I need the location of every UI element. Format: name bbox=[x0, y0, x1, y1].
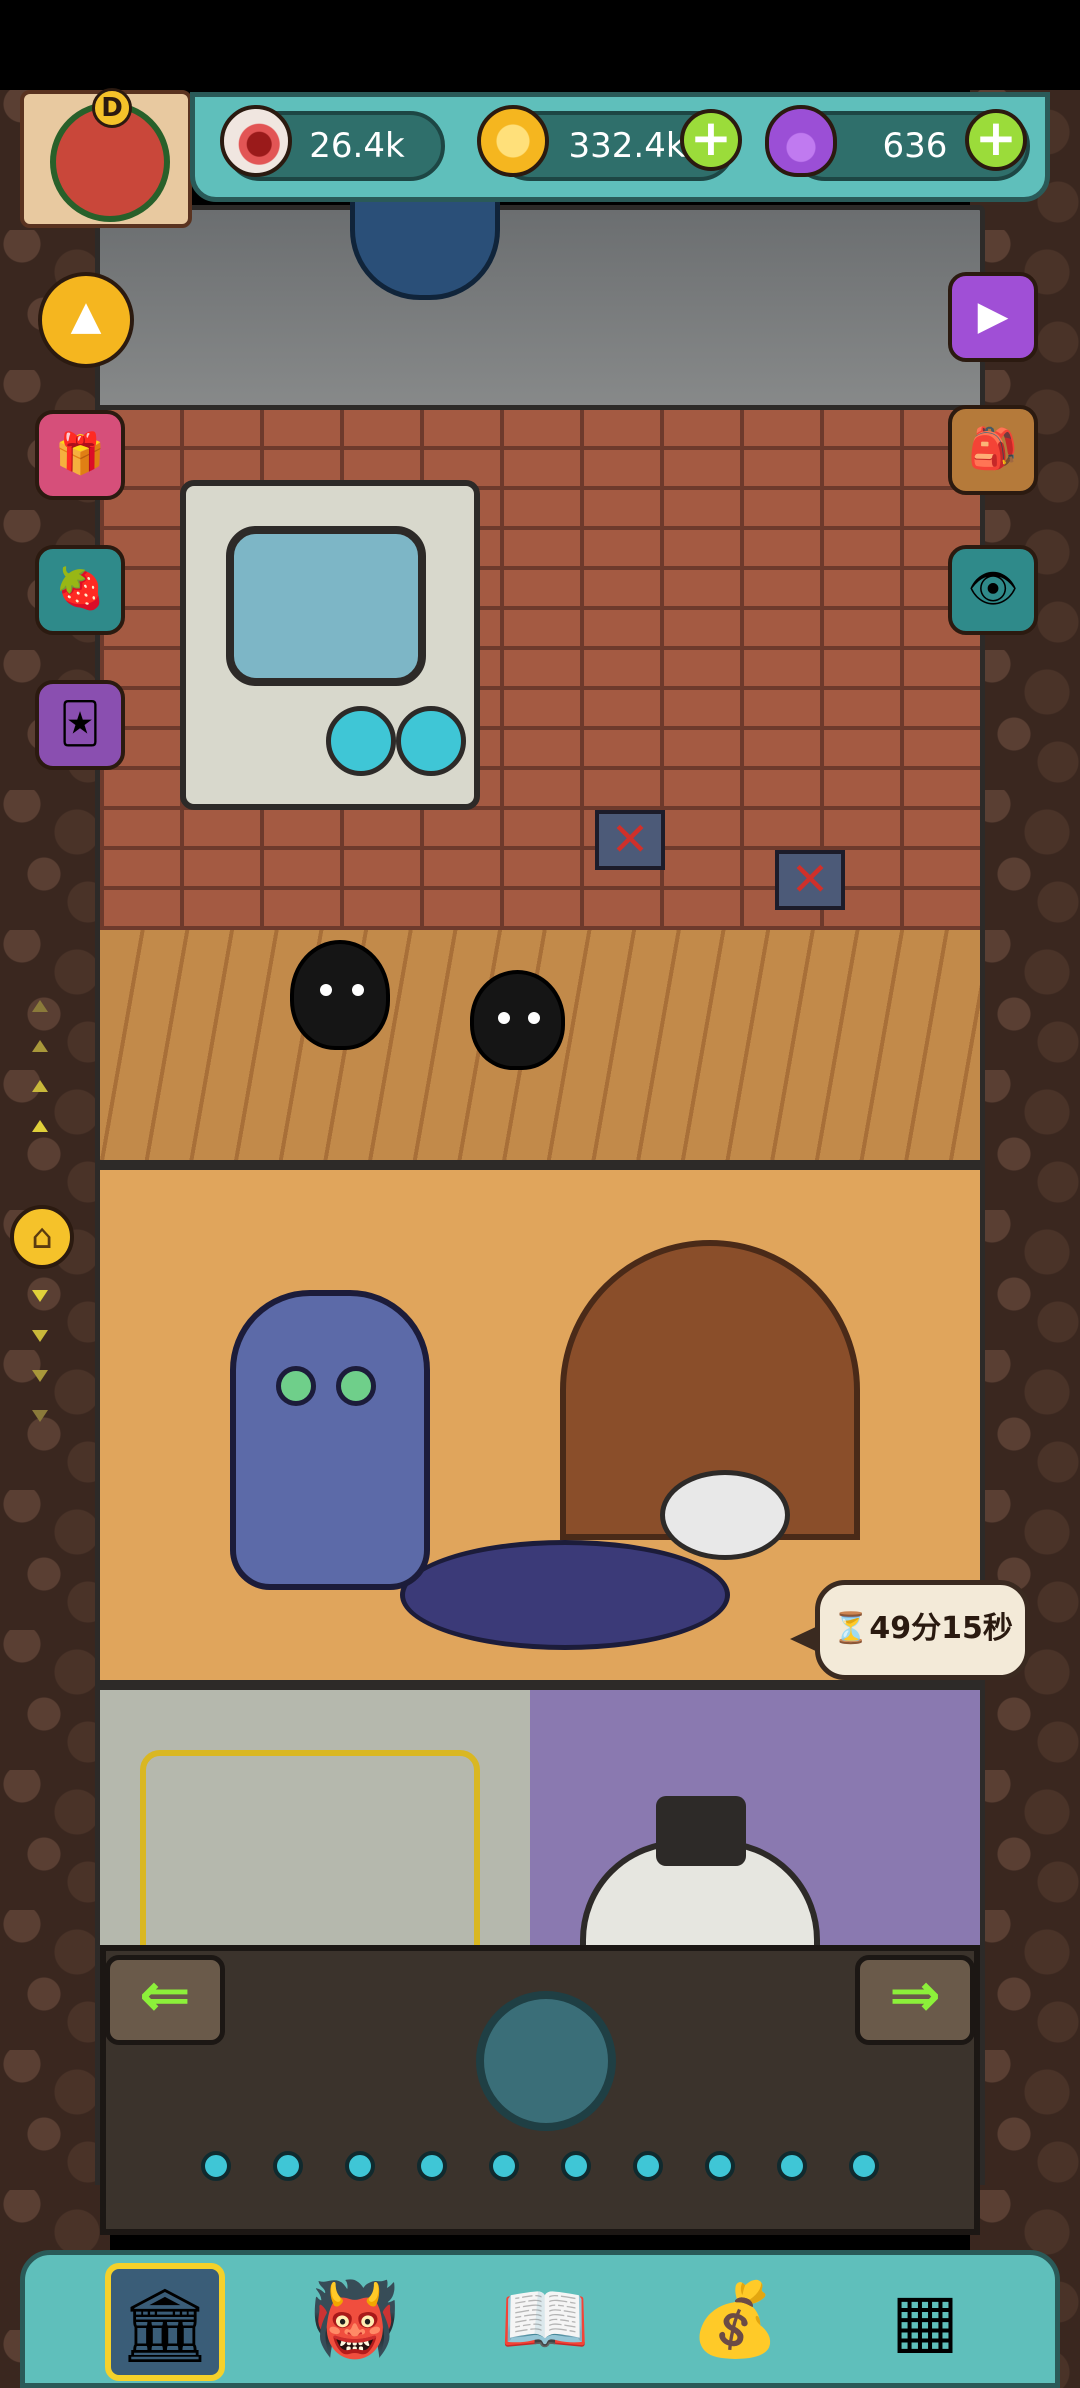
cauldron-icon[interactable] bbox=[350, 190, 500, 300]
led-light bbox=[849, 2151, 879, 2181]
goggle-eye-right bbox=[336, 1366, 376, 1406]
add-coins-plus-icon[interactable]: + bbox=[680, 109, 742, 171]
status-bar bbox=[0, 0, 1080, 90]
magic-rug bbox=[400, 1540, 730, 1650]
gift-box-icon[interactable]: 🎁 bbox=[35, 410, 125, 500]
tower-icon: 🏛 bbox=[119, 2283, 211, 2367]
resource-bar: 26.4k 332.4k + 636 + bbox=[190, 92, 1050, 202]
led-light bbox=[345, 2151, 375, 2181]
backpack-icon[interactable]: 🎒 bbox=[948, 405, 1038, 495]
lab-floor-room[interactable]: ✕ ✕ bbox=[95, 405, 985, 1165]
scroll-indicator-down bbox=[32, 1370, 48, 1382]
led-light bbox=[489, 2151, 519, 2181]
grade-badge: D bbox=[92, 88, 132, 128]
nav-furnace-button[interactable]: 👹 bbox=[295, 2263, 415, 2381]
nav-money-bag-button[interactable]: 💰 bbox=[675, 2263, 795, 2381]
add-potions-plus-icon[interactable]: + bbox=[965, 109, 1027, 171]
dial-left bbox=[326, 706, 396, 776]
grid-menu-icon: ▦ bbox=[890, 2277, 960, 2361]
led-light bbox=[777, 2151, 807, 2181]
machine-base bbox=[100, 1945, 980, 2235]
led-light bbox=[633, 2151, 663, 2181]
led-light bbox=[705, 2151, 735, 2181]
eyeball-icon bbox=[220, 105, 292, 177]
coin-value: 332.4k bbox=[568, 126, 686, 166]
fruit-basket-icon[interactable]: 🍓 bbox=[35, 545, 125, 635]
led-light bbox=[273, 2151, 303, 2181]
nav-book-button[interactable]: 📖 bbox=[485, 2263, 605, 2381]
dial-right bbox=[396, 706, 466, 776]
blue-cat-monster[interactable] bbox=[230, 1290, 430, 1590]
scroll-indicator-up bbox=[32, 1120, 48, 1132]
top-hat-icon bbox=[656, 1796, 746, 1866]
white-bird-creature[interactable] bbox=[660, 1470, 790, 1560]
worker-minion-1[interactable] bbox=[290, 940, 390, 1050]
scroll-indicator-up bbox=[32, 1040, 48, 1052]
scroll-indicator-down bbox=[32, 1410, 48, 1422]
led-light bbox=[417, 2151, 447, 2181]
purple-potion-icon bbox=[765, 105, 837, 177]
timer-bubble[interactable]: ⏳49分15秒 bbox=[815, 1580, 1030, 1680]
gold-coin-icon bbox=[477, 105, 549, 177]
video-ad-icon[interactable]: ▶ bbox=[948, 272, 1038, 362]
money-bag-icon: 💰 bbox=[690, 2277, 780, 2361]
washing-machine-icon[interactable] bbox=[180, 480, 480, 810]
card-pack-icon[interactable]: 🃏 bbox=[35, 680, 125, 770]
target-dummy-1[interactable]: ✕ bbox=[595, 810, 665, 870]
scroll-indicator-down bbox=[32, 1330, 48, 1342]
nav-grid-menu-button[interactable]: ▦ bbox=[865, 2263, 985, 2381]
home-icon[interactable]: ⌂ bbox=[10, 1205, 74, 1269]
target-dummy-2[interactable]: ✕ bbox=[775, 850, 845, 910]
led-light bbox=[561, 2151, 591, 2181]
up-arrow-icon[interactable]: ▲ bbox=[38, 272, 134, 368]
scroll-indicator-down bbox=[32, 1290, 48, 1302]
player-profile[interactable]: D bbox=[20, 88, 192, 228]
scroll-indicator-up bbox=[32, 1080, 48, 1092]
led-light bbox=[201, 2151, 231, 2181]
bottom-nav: 🏛 👹 📖 💰 ▦ bbox=[20, 2250, 1060, 2388]
book-icon: 📖 bbox=[500, 2277, 590, 2361]
gear-core-icon[interactable] bbox=[476, 1991, 616, 2131]
potion-value: 636 bbox=[882, 126, 948, 166]
nav-tower-button[interactable]: 🏛 bbox=[105, 2263, 225, 2381]
worker-minion-2[interactable] bbox=[470, 970, 565, 1070]
furnace-monster-icon: 👹 bbox=[310, 2277, 400, 2361]
scroll-indicator-up bbox=[32, 1000, 48, 1012]
eyeball-cluster-icon[interactable]: 👁 bbox=[948, 545, 1038, 635]
nav-right-arrow-button[interactable]: ⇒ bbox=[855, 1955, 975, 2045]
goggle-eye-left bbox=[276, 1366, 316, 1406]
machine-window bbox=[226, 526, 426, 686]
tower: ✕ ✕ bbox=[95, 190, 985, 2185]
nav-left-arrow-button[interactable]: ⇐ bbox=[105, 1955, 225, 2045]
